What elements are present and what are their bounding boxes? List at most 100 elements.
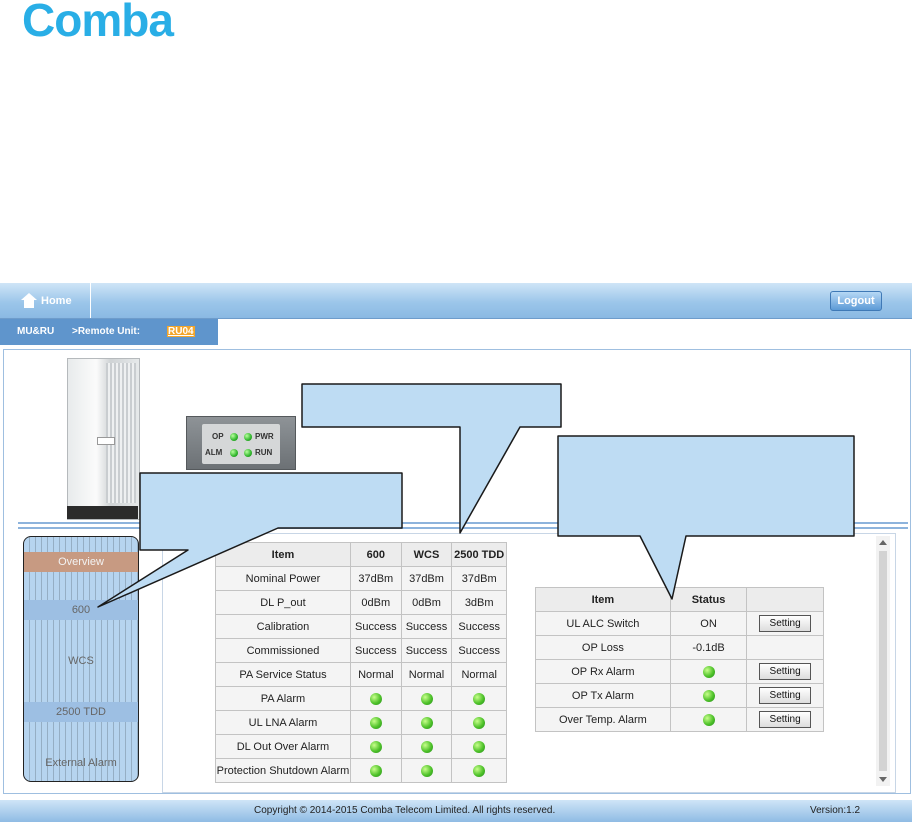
table-row: Protection Shutdown Alarm [215, 758, 507, 783]
table-row: OP Loss -0.1dB [535, 635, 824, 660]
logout-button[interactable]: Logout [830, 291, 882, 311]
cell-value: -0.1dB [669, 635, 748, 660]
menu-item-wcs[interactable]: WCS [24, 651, 138, 671]
menu-item-2500-tdd[interactable]: 2500 TDD [24, 702, 138, 722]
green-led-icon [473, 692, 486, 705]
column-header-wcs: WCS [400, 542, 453, 567]
breadcrumb: MU&RU >Remote Unit: RU04 [0, 319, 218, 345]
cell-value: Success [451, 614, 507, 639]
breadcrumb-unit-link[interactable]: RU04 [167, 326, 195, 337]
cell-status [349, 710, 402, 735]
cell-status [451, 734, 507, 759]
green-led-icon [420, 740, 433, 753]
cell-status [669, 707, 748, 732]
setting-button-op-tx-alarm[interactable]: Setting [759, 687, 812, 704]
home-label: Home [41, 294, 72, 307]
row-label-op-loss: OP Loss [535, 635, 671, 660]
green-led-icon [369, 716, 382, 729]
divider [18, 522, 908, 524]
row-label-nominal-power: Nominal Power [215, 566, 351, 591]
row-label-over-temp-alarm: Over Temp. Alarm [535, 707, 671, 732]
menu-item-external-alarm[interactable]: External Alarm [24, 753, 138, 773]
comba-logo: Comba [22, 0, 174, 46]
version-text: Version:1.2 [810, 805, 861, 816]
cell-status [349, 686, 402, 711]
breadcrumb-section: MU&RU [17, 326, 55, 337]
table-header-row: Item 600 WCS 2500 TDD [215, 542, 507, 567]
cell-action [746, 635, 824, 660]
green-led-icon [473, 764, 486, 777]
cell-value: 37dBm [349, 566, 402, 591]
row-label-dl-p-out: DL P_out [215, 590, 351, 615]
green-led-icon [702, 713, 715, 726]
table-row: Calibration Success Success Success [215, 614, 507, 639]
cell-status [349, 734, 402, 759]
alm-led-icon [230, 449, 238, 457]
copyright-text: Copyright © 2014-2015 Comba Telecom Limi… [254, 805, 556, 816]
run-led-icon [244, 449, 252, 457]
row-label-commissioned: Commissioned [215, 638, 351, 663]
cell-value: ON [669, 611, 748, 636]
divider [18, 527, 908, 529]
setting-button-ul-alc-switch[interactable]: Setting [759, 615, 812, 632]
green-led-icon [420, 692, 433, 705]
row-label-ul-lna-alarm: UL LNA Alarm [215, 710, 351, 735]
table-row: OP Rx Alarm Setting [535, 659, 824, 684]
menu-item-overview[interactable]: Overview [24, 552, 138, 572]
pwr-led-icon [244, 433, 252, 441]
table-row: OP Tx Alarm Setting [535, 683, 824, 708]
home-button[interactable]: Home [0, 283, 91, 318]
row-label-calibration: Calibration [215, 614, 351, 639]
table-row: PA Alarm [215, 686, 507, 711]
row-label-op-rx-alarm: OP Rx Alarm [535, 659, 671, 684]
row-label-pa-alarm: PA Alarm [215, 686, 351, 711]
cell-value: 37dBm [451, 566, 507, 591]
cell-action: Setting [746, 683, 824, 708]
column-header-600: 600 [349, 542, 402, 567]
table-header-row: Item Status [535, 587, 824, 612]
led-alm-label: ALM [205, 448, 223, 457]
cell-status [669, 659, 748, 684]
setting-button-over-temp-alarm[interactable]: Setting [759, 711, 812, 728]
column-header-item: Item [535, 587, 671, 612]
table-row: UL ALC Switch ON Setting [535, 611, 824, 636]
led-pwr-label: PWR [255, 432, 274, 441]
cell-value: Success [349, 614, 402, 639]
scroll-thumb[interactable] [879, 551, 887, 771]
row-label-pa-service-status: PA Service Status [215, 662, 351, 687]
green-led-icon [369, 764, 382, 777]
cell-status [669, 683, 748, 708]
setting-button-op-rx-alarm[interactable]: Setting [759, 663, 812, 680]
green-led-icon [473, 716, 486, 729]
cell-status [451, 758, 507, 783]
side-menu: Overview 600 WCS 2500 TDD External Alarm [23, 536, 139, 782]
cell-value: Normal [349, 662, 402, 687]
row-label-protection-shutdown-alarm: Protection Shutdown Alarm [215, 758, 351, 783]
table-row: Commissioned Success Success Success [215, 638, 507, 663]
row-label-ul-alc-switch: UL ALC Switch [535, 611, 671, 636]
cell-action: Setting [746, 707, 824, 732]
green-led-icon [702, 665, 715, 678]
cell-action: Setting [746, 659, 824, 684]
scroll-down-icon[interactable] [879, 777, 887, 782]
row-label-dl-out-over-alarm: DL Out Over Alarm [215, 734, 351, 759]
cell-value: Success [349, 638, 402, 663]
table-row: DL P_out 0dBm 0dBm 3dBm [215, 590, 507, 615]
table-row: UL LNA Alarm [215, 710, 507, 735]
cell-value: 3dBm [451, 590, 507, 615]
cell-status [400, 686, 453, 711]
green-led-icon [473, 740, 486, 753]
vertical-scrollbar[interactable] [876, 536, 890, 786]
column-header-action [746, 587, 824, 612]
cell-status [400, 758, 453, 783]
green-led-icon [369, 740, 382, 753]
green-led-icon [369, 692, 382, 705]
table-row: DL Out Over Alarm [215, 734, 507, 759]
cell-value: Normal [400, 662, 453, 687]
cell-value: Success [400, 614, 453, 639]
cell-status [451, 710, 507, 735]
menu-item-600[interactable]: 600 [24, 600, 138, 620]
scroll-up-icon[interactable] [879, 540, 887, 545]
table-row: Over Temp. Alarm Setting [535, 707, 824, 732]
row-label-op-tx-alarm: OP Tx Alarm [535, 683, 671, 708]
